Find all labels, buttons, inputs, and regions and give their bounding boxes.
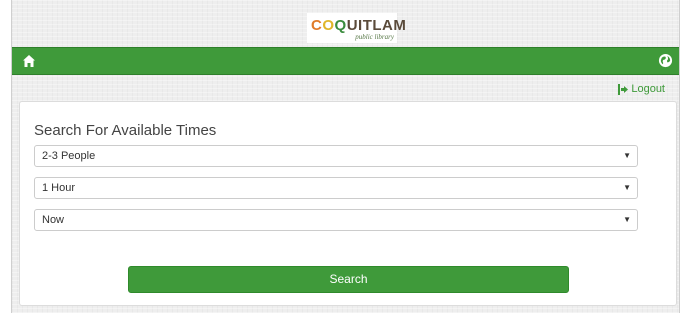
logout-icon xyxy=(618,83,629,95)
search-button[interactable]: Search xyxy=(128,266,569,293)
duration-value: 1 Hour xyxy=(42,182,76,194)
page-frame: COQUITLAM public library Logout Search F… xyxy=(11,0,680,313)
panel-title: Search For Available Times xyxy=(34,122,217,139)
chevron-down-icon: ▼ xyxy=(623,151,631,160)
logo-tagline: public library xyxy=(355,33,394,41)
top-navbar xyxy=(12,47,679,75)
group-size-value: 2-3 People xyxy=(42,150,96,162)
library-logo[interactable]: COQUITLAM public library xyxy=(307,13,406,43)
start-time-value: Now xyxy=(42,214,65,226)
start-time-select[interactable]: Now ▼ xyxy=(34,209,638,231)
duration-select[interactable]: 1 Hour ▼ xyxy=(34,177,638,199)
logout-link[interactable]: Logout xyxy=(618,83,665,95)
chevron-down-icon: ▼ xyxy=(623,215,631,224)
globe-icon[interactable] xyxy=(658,53,673,68)
logout-label: Logout xyxy=(631,83,665,95)
search-panel: Search For Available Times 2-3 People ▼ … xyxy=(19,101,677,306)
chevron-down-icon: ▼ xyxy=(623,183,631,192)
group-size-select[interactable]: 2-3 People ▼ xyxy=(34,145,638,167)
home-icon[interactable] xyxy=(22,54,36,68)
logo-wordmark: COQUITLAM xyxy=(311,17,407,34)
